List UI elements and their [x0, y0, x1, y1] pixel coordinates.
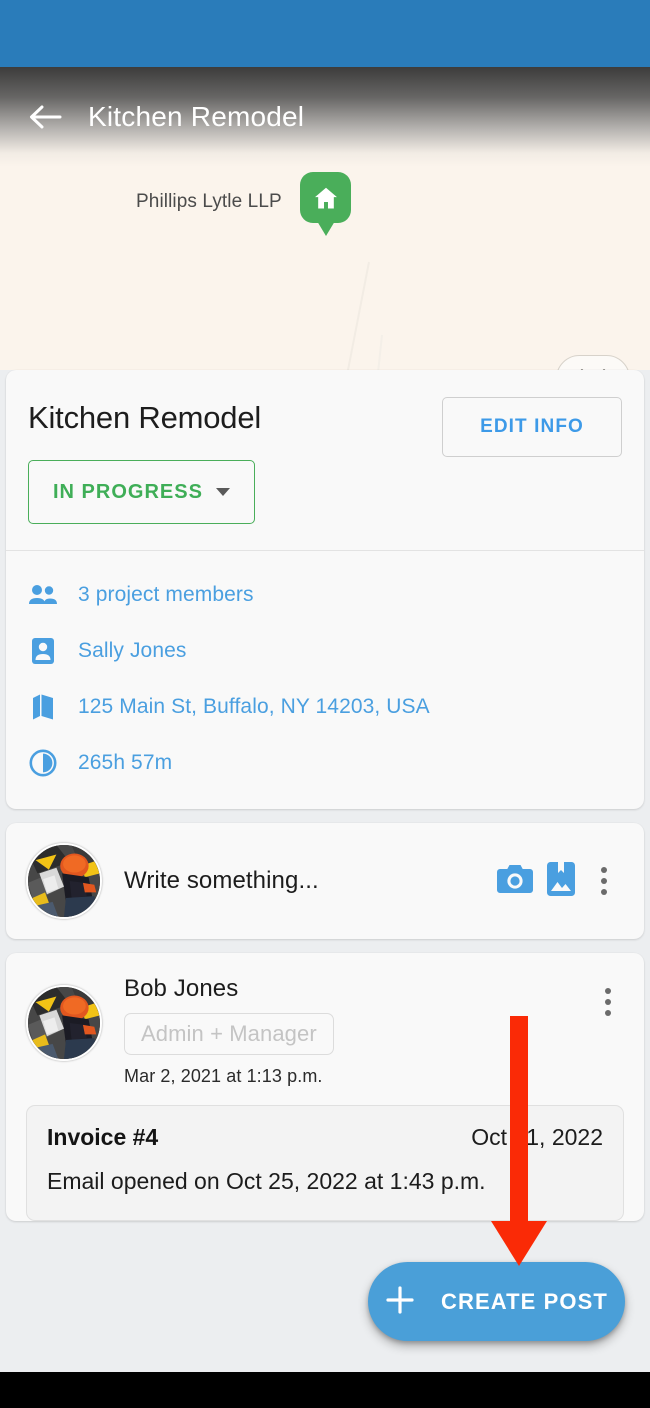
toolbar: Kitchen Remodel — [0, 67, 650, 167]
invoice-title: Invoice #4 — [47, 1124, 159, 1150]
kebab-dot — [605, 1010, 611, 1016]
kebab-dot — [601, 878, 607, 884]
caret-down-icon — [215, 488, 230, 496]
edit-info-button[interactable]: EDIT INFO — [442, 397, 622, 457]
invoice-date: Oct 21, 2022 — [471, 1124, 603, 1150]
post-header: Bob Jones Admin + Manager Mar 2, 2021 at… — [26, 975, 624, 1087]
person-card-icon — [28, 636, 58, 666]
project-info-card: Kitchen Remodel EDIT INFO IN PROGRESS 3 … — [6, 370, 644, 809]
map-icon — [28, 692, 58, 722]
info-row-label: Sally Jones — [78, 639, 187, 662]
create-post-button[interactable]: CREATE POST — [368, 1262, 625, 1341]
post-card: Bob Jones Admin + Manager Mar 2, 2021 at… — [6, 953, 644, 1222]
project-info-list: 3 project members Sally Jones 125 Main S… — [6, 551, 644, 809]
camera-button[interactable] — [492, 858, 538, 904]
map-place-label: Phillips Lytle LLP — [136, 191, 282, 212]
post-meta: Bob Jones Admin + Manager Mar 2, 2021 at… — [124, 975, 624, 1087]
project-status-label: IN PROGRESS — [53, 480, 203, 503]
photo-album-icon — [547, 861, 575, 901]
post-more-button[interactable] — [588, 979, 628, 1025]
camera-icon — [497, 864, 533, 899]
back-button[interactable] — [24, 96, 66, 138]
info-row-contact[interactable]: Sally Jones — [6, 623, 644, 679]
kebab-dot — [605, 999, 611, 1005]
project-status-dropdown[interactable]: IN PROGRESS — [28, 460, 255, 524]
create-post-label: CREATE POST — [441, 1288, 608, 1314]
avatar[interactable] — [26, 843, 102, 919]
kebab-dot — [605, 988, 611, 994]
composer-more-button[interactable] — [584, 858, 624, 904]
app-root: Phillips Lytle LLP Kitchen Remodel Kitch… — [0, 0, 650, 1408]
avatar[interactable] — [26, 985, 102, 1061]
page-title: Kitchen Remodel — [88, 101, 305, 132]
arrow-left-icon — [28, 104, 62, 130]
project-header: Kitchen Remodel EDIT INFO IN PROGRESS — [6, 370, 644, 550]
kebab-dot — [601, 867, 607, 873]
info-row-label: 125 Main St, Buffalo, NY 14203, USA — [78, 695, 430, 718]
map-road-line-secondary — [376, 334, 383, 370]
home-pin-icon[interactable] — [300, 172, 351, 236]
status-bar — [0, 0, 650, 67]
system-navigation-bar — [0, 1372, 650, 1408]
post-role-badge: Admin + Manager — [124, 1013, 334, 1055]
content-scroll-area[interactable]: Kitchen Remodel EDIT INFO IN PROGRESS 3 … — [0, 370, 650, 1372]
people-icon — [28, 580, 58, 610]
info-row-label: 3 project members — [78, 583, 254, 606]
info-row-time[interactable]: 265h 57m — [6, 735, 644, 791]
invoice-status-text: Email opened on Oct 25, 2022 at 1:43 p.m… — [47, 1168, 486, 1194]
kebab-dot — [601, 889, 607, 895]
gallery-button[interactable] — [538, 858, 584, 904]
invoice-attachment[interactable]: Invoice #4 Oct 21, 2022 Email opened on … — [26, 1105, 624, 1222]
info-row-members[interactable]: 3 project members — [6, 567, 644, 623]
info-row-address[interactable]: 125 Main St, Buffalo, NY 14203, USA — [6, 679, 644, 735]
map-expand-button[interactable] — [556, 355, 630, 370]
info-row-label: 265h 57m — [78, 751, 173, 774]
composer-input[interactable]: Write something... — [124, 867, 492, 895]
map-header[interactable]: Phillips Lytle LLP Kitchen Remodel — [0, 67, 650, 370]
post-composer[interactable]: Write something... — [6, 823, 644, 939]
plus-icon — [385, 1285, 415, 1318]
map-road-line — [346, 261, 370, 370]
invoice-header: Invoice #4 Oct 21, 2022 — [47, 1124, 603, 1151]
clock-icon — [28, 748, 58, 778]
post-author: Bob Jones — [124, 975, 239, 1002]
post-timestamp: Mar 2, 2021 at 1:13 p.m. — [124, 1066, 323, 1086]
